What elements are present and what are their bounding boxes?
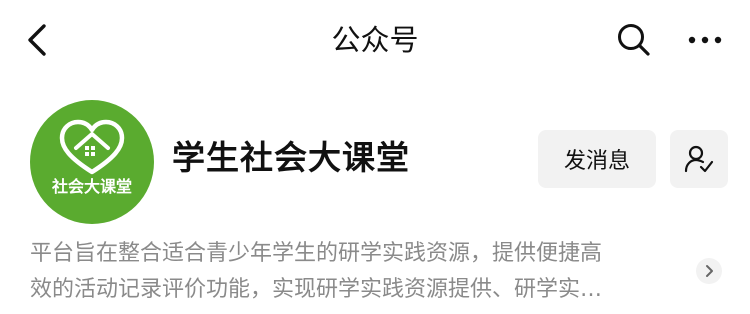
top-navigation-bar: 公众号 xyxy=(0,0,750,80)
account-avatar[interactable]: 社会大课堂 xyxy=(30,100,154,224)
person-check-icon xyxy=(684,145,714,173)
account-name: 学生社会大课堂 xyxy=(172,138,410,177)
expand-description-chevron-icon[interactable] xyxy=(696,258,722,284)
more-dots-icon[interactable] xyxy=(682,18,730,62)
avatar-text: 社会大课堂 xyxy=(51,177,132,196)
follow-button[interactable] xyxy=(670,130,728,188)
search-icon[interactable] xyxy=(612,18,656,62)
account-description[interactable]: 平台旨在整合适合青少年学生的研学实践资源，提供便捷高 效的活动记录评价功能，实现… xyxy=(30,236,690,308)
heart-house-logo-icon xyxy=(59,119,125,175)
description-line: 平台旨在整合适合青少年学生的研学实践资源，提供便捷高 xyxy=(30,241,603,266)
description-line: 效的活动记录评价功能，实现研学实践资源提供、研学实… xyxy=(30,277,603,302)
send-message-button[interactable]: 发消息 xyxy=(538,130,656,188)
